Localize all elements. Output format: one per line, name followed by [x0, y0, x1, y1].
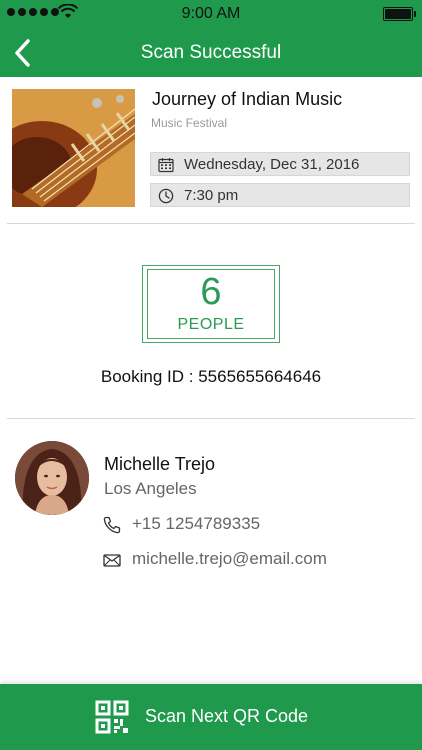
scan-next-qr-button[interactable]: Scan Next QR Code: [0, 684, 422, 750]
people-count-badge: 6 PEOPLE: [142, 265, 280, 343]
event-time-text: 7:30 pm: [184, 187, 239, 204]
status-time: 9:00 AM: [181, 5, 241, 22]
contact-email-text: michelle.trejo@email.com: [132, 549, 327, 568]
contact-name: Michelle Trejo: [104, 454, 216, 474]
people-label: PEOPLE: [177, 316, 245, 333]
envelope-icon: [103, 554, 121, 567]
event-card: Journey of Indian Music Music Festival W…: [0, 77, 422, 223]
event-category: Music Festival: [151, 116, 228, 130]
people-count: 6: [200, 271, 222, 313]
contact-phone-text: +15 1254789335: [132, 514, 261, 533]
scan-next-qr-label: Scan Next QR Code: [145, 706, 309, 726]
event-time: 7:30 pm: [150, 183, 410, 207]
event-image: [12, 89, 135, 207]
booking-id: Booking ID : 5565655664646: [100, 367, 322, 386]
nav-bar: Scan Successful: [0, 28, 422, 77]
event-date: Wednesday, Dec 31, 2016: [150, 152, 410, 176]
event-date-text: Wednesday, Dec 31, 2016: [184, 156, 360, 173]
page-title: Scan Successful: [140, 42, 282, 63]
avatar: [15, 441, 89, 515]
event-title: Journey of Indian Music: [152, 89, 343, 109]
battery-icon: [383, 7, 416, 21]
qr-code-icon: [95, 700, 129, 734]
phone-icon: [103, 516, 121, 534]
clock-icon: [158, 188, 174, 204]
divider: [7, 418, 415, 419]
contact-city: Los Angeles: [104, 479, 197, 498]
calendar-icon: [158, 158, 174, 173]
status-bar: 9:00 AM: [0, 0, 422, 28]
divider: [7, 223, 415, 224]
